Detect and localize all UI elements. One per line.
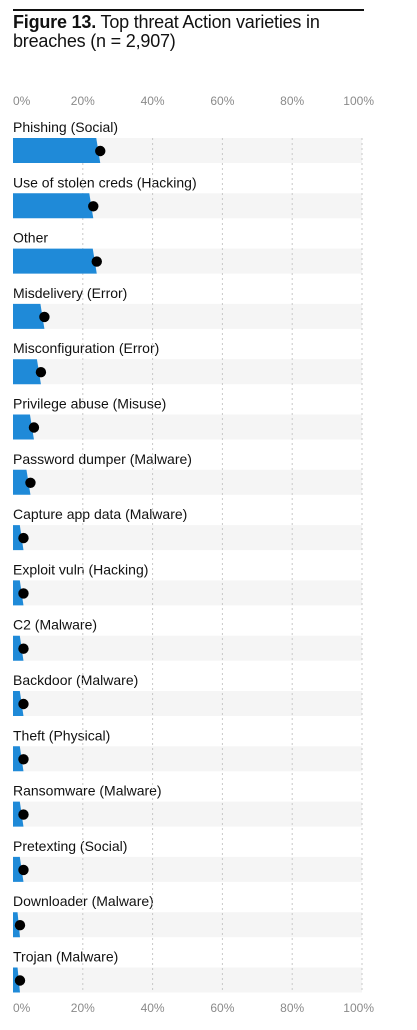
x-tick-top-2: 40% [141,94,165,108]
category-label-10: Backdoor (Malware) [13,672,138,688]
bar-dot-7 [18,532,29,544]
category-label-8: Exploit vuln (Hacking) [13,561,148,577]
bar-dot-0 [95,145,106,157]
bar-dot-11 [18,754,29,765]
bar-track-8 [13,580,362,606]
bar-dot-12 [18,809,29,820]
bar-track-12 [13,801,362,827]
category-label-9: C2 (Malware) [13,617,97,633]
category-label-0: Phishing (Social) [13,119,118,135]
bar-dot-2 [91,256,102,267]
category-label-11: Theft (Physical) [13,727,110,743]
x-tick-bottom-5: 100% [343,1001,374,1015]
bar-1 [13,193,94,219]
bar-dot-8 [18,588,29,599]
bar-track-10 [13,691,362,716]
category-label-7: Capture app data (Malware) [13,506,187,522]
x-tick-bottom-2: 40% [141,1001,165,1015]
category-label-4: Misconfiguration (Error) [13,340,159,356]
category-label-14: Downloader (Malware) [13,893,154,909]
x-tick-bottom-4: 80% [280,1001,304,1015]
bar-dot-6 [25,477,36,488]
x-tick-top-0: 0% [13,94,31,108]
bar-dot-13 [18,864,29,876]
bar-track-4 [13,359,362,385]
bar-dot-15 [14,975,26,986]
category-label-6: Password dumper (Malware) [13,451,192,467]
category-label-2: Other [13,230,48,246]
category-label-13: Pretexting (Social) [13,838,127,854]
bar-track-3 [13,303,362,329]
category-label-12: Ransomware (Malware) [13,783,162,799]
bar-chart: 0% 0% 20% 20% 40% 40% 60% 60% 80% 80% 100% 100% Phis… [13,94,374,1015]
bar-dot-4 [35,367,47,378]
bar-dot-1 [88,201,99,212]
category-label-3: Misdelivery (Error) [13,285,127,301]
bar-dot-14 [14,920,26,931]
category-label-15: Trojan (Malware) [13,949,118,965]
bar-0 [13,138,101,163]
bar-track-14 [13,912,362,938]
category-label-5: Privilege abuse (Misuse) [13,396,166,412]
x-tick-top-4: 80% [280,94,304,108]
bar-dot-9 [18,643,29,654]
bar-dot-5 [28,422,40,433]
x-tick-top-3: 60% [210,94,234,108]
x-tick-bottom-0: 0% [13,1001,31,1015]
bar-track-7 [13,525,362,551]
x-tick-top-5: 100% [343,94,374,108]
bar-track-11 [13,746,362,772]
x-tick-bottom-1: 20% [71,1001,95,1015]
bar-track-6 [13,469,362,495]
bar-track-15 [13,967,362,993]
bar-track-5 [13,414,362,440]
bar-track-9 [13,635,362,661]
x-tick-top-1: 20% [71,94,95,108]
x-tick-bottom-3: 60% [210,1001,234,1015]
bar-track-13 [13,856,362,882]
category-label-1: Use of stolen creds (Hacking) [13,174,197,190]
bar-2 [13,248,97,274]
bar-dot-3 [39,311,50,323]
bar-dot-10 [18,698,29,710]
